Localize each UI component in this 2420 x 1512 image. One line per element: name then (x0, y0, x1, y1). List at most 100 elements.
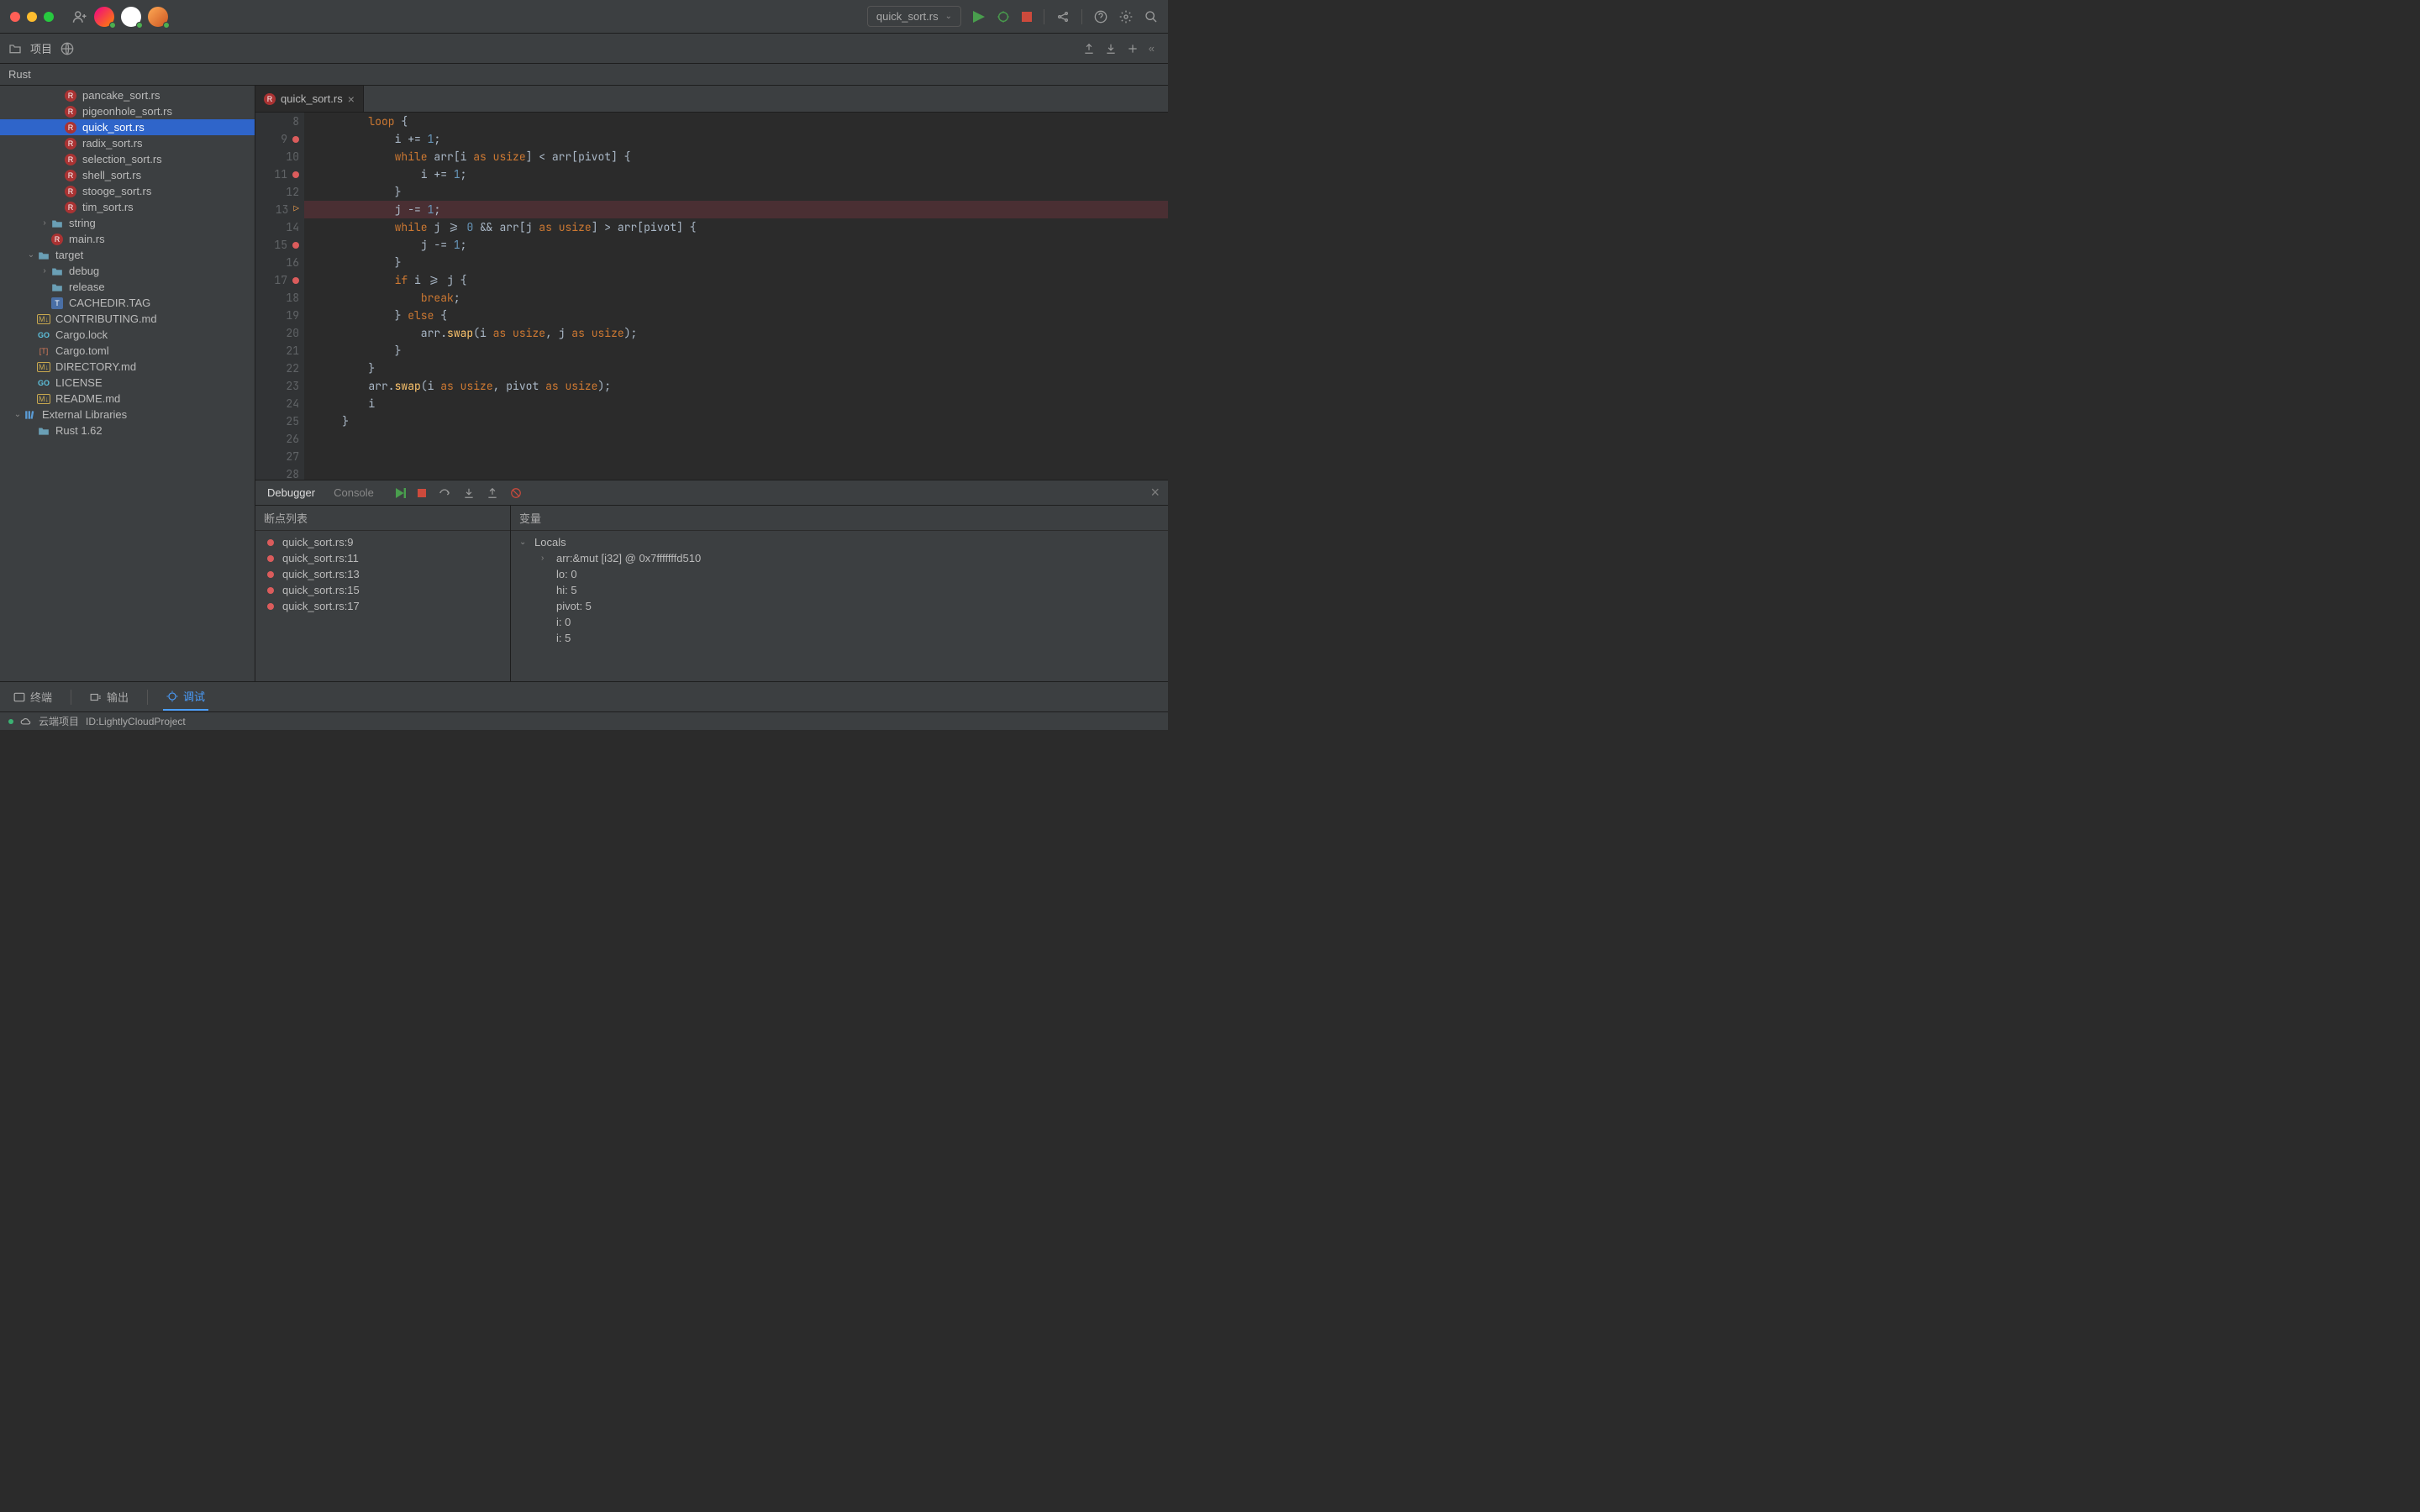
upload-icon[interactable] (1083, 43, 1095, 55)
variable-item[interactable]: ›arr:&mut [i32] @ 0x7fffffffd510 (511, 550, 1168, 566)
code-line[interactable]: } else { (316, 307, 1168, 324)
variable-item[interactable]: i: 5 (511, 630, 1168, 646)
gear-icon[interactable] (1119, 10, 1133, 24)
code-editor[interactable]: 8910111213▷14151617181920212223242526272… (255, 113, 1168, 480)
close-window-button[interactable] (10, 12, 20, 22)
add-icon[interactable] (1127, 43, 1139, 55)
tab-output[interactable]: 输出 (87, 684, 132, 710)
avatar[interactable] (94, 7, 114, 27)
tree-item[interactable]: TCACHEDIR.TAG (0, 295, 255, 311)
variable-item[interactable]: hi: 5 (511, 582, 1168, 598)
editor-tab[interactable]: R quick_sort.rs × (255, 86, 364, 112)
tab-debug[interactable]: 调试 (163, 683, 208, 711)
share-icon[interactable] (1056, 10, 1070, 24)
tree-item[interactable]: Rquick_sort.rs (0, 119, 255, 135)
tree-item[interactable]: ›debug (0, 263, 255, 279)
tab-terminal[interactable]: 终端 (10, 684, 55, 710)
globe-icon[interactable] (60, 42, 74, 55)
tree-item[interactable]: Rtim_sort.rs (0, 199, 255, 215)
tree-item[interactable]: Rmain.rs (0, 231, 255, 247)
help-icon[interactable] (1094, 10, 1107, 24)
breakpoint-icon[interactable] (292, 171, 299, 178)
search-icon[interactable] (1144, 10, 1158, 24)
tree-item[interactable]: M↓CONTRIBUTING.md (0, 311, 255, 327)
code-line[interactable]: loop { (316, 113, 1168, 130)
code-line[interactable] (316, 465, 1168, 480)
tree-item[interactable]: Rpigeonhole_sort.rs (0, 103, 255, 119)
tree-item[interactable]: ›string (0, 215, 255, 231)
tree-item[interactable]: Rshell_sort.rs (0, 167, 255, 183)
minimize-window-button[interactable] (27, 12, 37, 22)
maximize-window-button[interactable] (44, 12, 54, 22)
tree-item[interactable]: Rust 1.62 (0, 423, 255, 438)
code-line[interactable]: while j >= 0 && arr[j as usize] > arr[pi… (316, 218, 1168, 236)
step-out-icon[interactable] (487, 487, 498, 499)
tree-item[interactable]: GOCargo.lock (0, 327, 255, 343)
close-panel-icon[interactable]: × (1150, 484, 1160, 501)
disable-breakpoints-icon[interactable] (510, 487, 522, 499)
folder-icon[interactable] (8, 43, 22, 55)
breakpoint-item[interactable]: quick_sort.rs:15 (255, 582, 510, 598)
collapse-icon[interactable]: « (1149, 42, 1155, 55)
code-line[interactable]: i += 1; (316, 130, 1168, 148)
resume-button[interactable] (396, 488, 406, 498)
breakpoint-icon[interactable] (292, 136, 299, 143)
tab-debugger[interactable]: Debugger (264, 483, 318, 502)
breakpoint-item[interactable]: quick_sort.rs:13 (255, 566, 510, 582)
code-line[interactable]: } (316, 342, 1168, 360)
stop-debug-button[interactable] (418, 489, 426, 497)
tree-item-label: tim_sort.rs (82, 201, 134, 213)
run-button[interactable] (973, 11, 985, 23)
tree-item[interactable]: [T]Cargo.toml (0, 343, 255, 359)
code-line[interactable]: break; (316, 289, 1168, 307)
debug-button[interactable] (997, 10, 1010, 24)
code-line[interactable]: } (316, 254, 1168, 271)
code-line[interactable]: i += 1; (316, 165, 1168, 183)
variable-item[interactable]: lo: 0 (511, 566, 1168, 582)
step-over-icon[interactable] (438, 487, 451, 499)
code-line[interactable]: arr.swap(i as usize, j as usize); (316, 324, 1168, 342)
breakpoint-item[interactable]: quick_sort.rs:17 (255, 598, 510, 614)
code-line[interactable]: while arr[i as usize] < arr[pivot] { (316, 148, 1168, 165)
code-line[interactable]: j -= 1; (304, 201, 1168, 218)
avatar[interactable] (121, 7, 141, 27)
line-number: 12 (286, 183, 299, 201)
add-user-icon[interactable] (72, 9, 87, 24)
download-icon[interactable] (1105, 43, 1117, 55)
tree-item[interactable]: Rradix_sort.rs (0, 135, 255, 151)
code-line[interactable] (316, 448, 1168, 465)
chevron-icon: › (39, 218, 50, 228)
stop-button[interactable] (1022, 12, 1032, 22)
code-line[interactable] (316, 430, 1168, 448)
tree-item[interactable]: release (0, 279, 255, 295)
run-config-dropdown[interactable]: quick_sort.rs ⌄ (867, 6, 961, 27)
tree-item[interactable]: ⌄External Libraries (0, 407, 255, 423)
tree-item[interactable]: GOLICENSE (0, 375, 255, 391)
code-line[interactable]: } (316, 412, 1168, 430)
breakpoint-item[interactable]: quick_sort.rs:9 (255, 534, 510, 550)
rust-icon: R (65, 170, 76, 181)
tree-item[interactable]: M↓DIRECTORY.md (0, 359, 255, 375)
avatar[interactable] (148, 7, 168, 27)
code-line[interactable]: i (316, 395, 1168, 412)
code-line[interactable]: j -= 1; (316, 236, 1168, 254)
tree-item[interactable]: Rpancake_sort.rs (0, 87, 255, 103)
code-line[interactable]: if i >= j { (316, 271, 1168, 289)
file-tree[interactable]: Rpancake_sort.rsRpigeonhole_sort.rsRquic… (0, 86, 255, 681)
tree-item[interactable]: Rstooge_sort.rs (0, 183, 255, 199)
breakpoint-icon[interactable] (292, 242, 299, 249)
tree-item[interactable]: ⌄target (0, 247, 255, 263)
code-line[interactable]: } (316, 183, 1168, 201)
code-line[interactable]: arr.swap(i as usize, pivot as usize); (316, 377, 1168, 395)
variable-item[interactable]: pivot: 5 (511, 598, 1168, 614)
step-into-icon[interactable] (463, 487, 475, 499)
breakpoint-icon[interactable] (292, 277, 299, 284)
locals-group[interactable]: ⌄ Locals (511, 534, 1168, 550)
code-line[interactable]: } (316, 360, 1168, 377)
tree-item[interactable]: M↓README.md (0, 391, 255, 407)
variable-item[interactable]: i: 0 (511, 614, 1168, 630)
close-icon[interactable]: × (348, 92, 355, 106)
breakpoint-item[interactable]: quick_sort.rs:11 (255, 550, 510, 566)
tab-console[interactable]: Console (330, 483, 377, 502)
tree-item[interactable]: Rselection_sort.rs (0, 151, 255, 167)
